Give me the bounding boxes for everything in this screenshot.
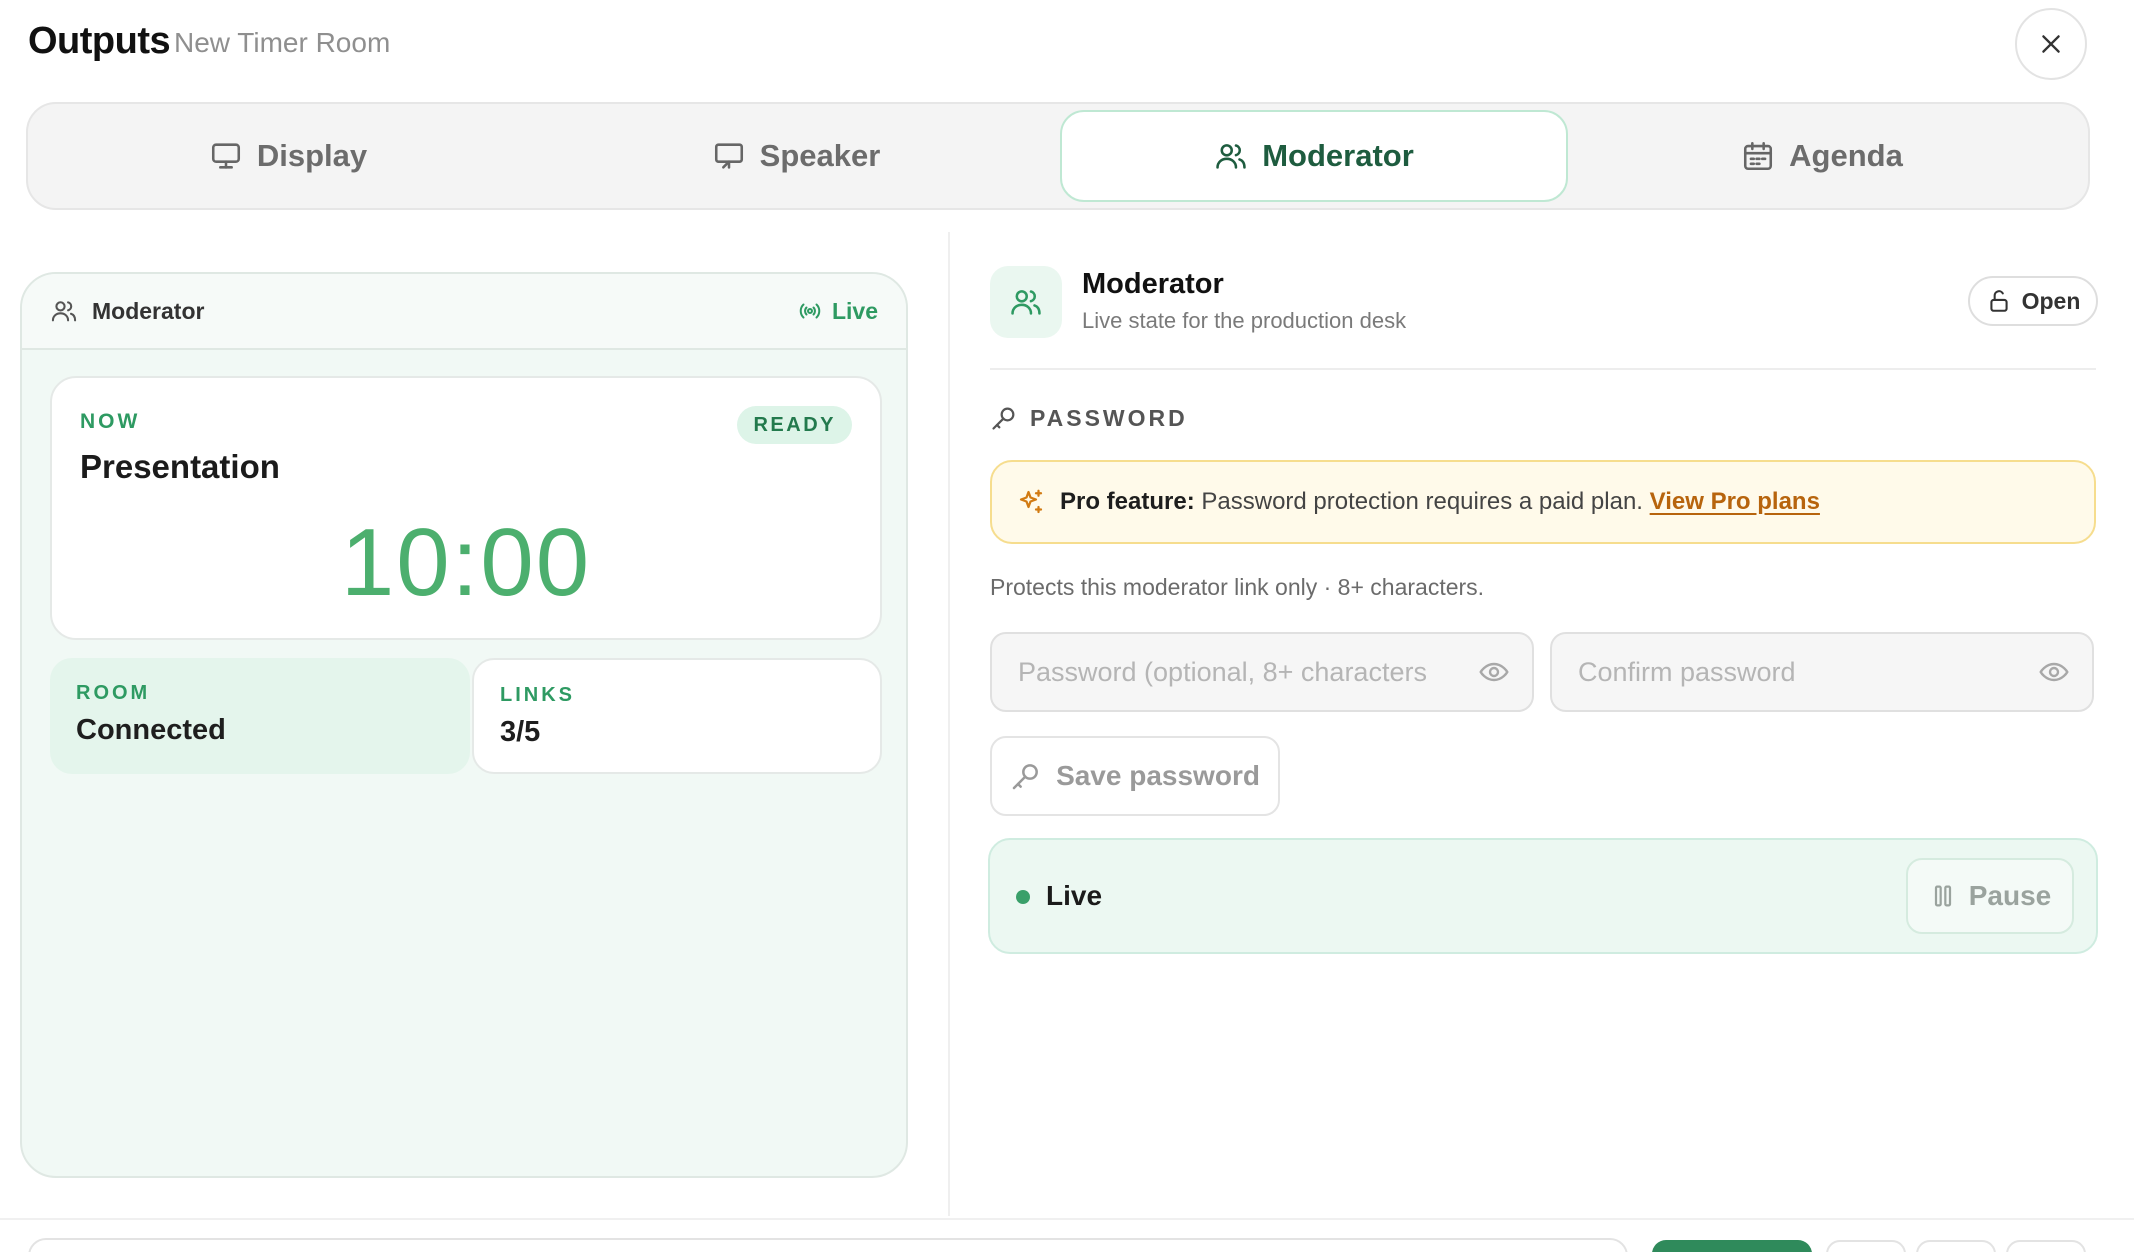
password-field [990, 632, 1534, 712]
footer-divider [0, 1218, 2134, 1220]
password-input[interactable] [1018, 656, 1478, 688]
users-icon [1011, 290, 1041, 315]
key-icon [992, 407, 1015, 430]
footer-primary-button[interactable] [1652, 1240, 1812, 1252]
panel-subtitle: Live state for the production desk [1082, 308, 1407, 333]
key-icon [1012, 764, 1038, 790]
moderator-avatar [990, 266, 1062, 338]
tab-moderator[interactable]: Moderator [1060, 110, 1568, 202]
save-password-label: Save password [1056, 760, 1260, 791]
open-button-label: Open [2021, 287, 2081, 314]
close-icon [2042, 35, 2060, 53]
now-label: NOW [80, 410, 141, 433]
tab-speaker[interactable]: Speaker [542, 110, 1050, 202]
live-dot [1016, 890, 1030, 904]
password-heading-label: PASSWORD [1030, 404, 1188, 431]
password-heading: PASSWORD [990, 404, 1188, 432]
live-label: Live [831, 297, 878, 324]
password-help-text: Protects this moderator link only · 8+ c… [990, 574, 1485, 600]
footer-action-button[interactable] [1916, 1240, 1996, 1252]
confirm-password-field [1550, 632, 2094, 712]
tab-agenda[interactable]: Agenda [1568, 110, 2076, 202]
footer-link-field[interactable] [28, 1238, 1628, 1252]
live-status-label: Live [1046, 880, 1103, 911]
room-status-card: ROOM Connected [50, 658, 470, 774]
links-value: 3/5 [500, 716, 541, 748]
links-status-card: LINKS 3/5 [472, 658, 882, 774]
eye-icon[interactable] [1478, 656, 1510, 688]
close-button[interactable] [2015, 8, 2087, 80]
column-divider [948, 232, 950, 1216]
view-pro-plans-link[interactable]: View Pro plans [1650, 488, 1820, 515]
now-card: NOW READY Presentation 10:00 [50, 376, 882, 640]
output-tabs: Display Speaker Moderator Agenda [26, 102, 2090, 210]
live-status-bar: Live Pause [988, 838, 2098, 954]
tab-label: Moderator [1262, 138, 1414, 173]
room-name: New Timer Room [174, 27, 391, 58]
preview-header-label: Moderator [92, 297, 205, 324]
users-icon [1216, 144, 1246, 169]
pro-feature-label: Pro feature: [1060, 488, 1195, 515]
presentation-icon [714, 143, 743, 169]
room-value: Connected [76, 714, 226, 746]
pro-feature-banner: Pro feature: Password protection require… [990, 460, 2096, 544]
tab-label: Display [256, 138, 368, 173]
live-indicator: Live [798, 298, 878, 325]
tab-label: Speaker [759, 138, 881, 173]
preview-header: Moderator Live [22, 274, 906, 350]
panel-title: Moderator [1082, 268, 1224, 300]
sparkles-icon [1019, 489, 1043, 514]
eye-icon[interactable] [2038, 656, 2070, 688]
current-item-title: Presentation [80, 448, 280, 485]
footer-action-button[interactable] [2006, 1240, 2086, 1252]
timer-display: 10:00 [340, 509, 592, 616]
save-password-button[interactable]: Save password [990, 736, 1280, 816]
status-badge: READY [737, 406, 852, 444]
broadcast-icon [799, 303, 821, 319]
pro-feature-text: Password protection requires a paid plan… [1201, 488, 1643, 515]
footer-action-button[interactable] [1826, 1240, 1906, 1252]
monitor-icon [211, 143, 240, 169]
pause-label: Pause [1968, 880, 2052, 911]
room-label: ROOM [76, 682, 151, 704]
pause-icon [1934, 885, 1951, 907]
pause-button[interactable]: Pause [1906, 858, 2074, 934]
links-label: LINKS [500, 684, 575, 706]
calendar-icon [1744, 141, 1773, 171]
section-divider [990, 368, 2096, 370]
unlock-icon [1989, 290, 2008, 312]
tab-label: Agenda [1789, 138, 1903, 173]
tab-display[interactable]: Display [34, 110, 542, 202]
moderator-preview: Moderator Live NOW READY Presentation 10… [20, 272, 908, 1178]
users-icon [51, 301, 77, 322]
page-title: Outputs [28, 20, 171, 62]
open-button[interactable]: Open [1968, 276, 2098, 326]
confirm-password-input[interactable] [1578, 656, 2038, 688]
